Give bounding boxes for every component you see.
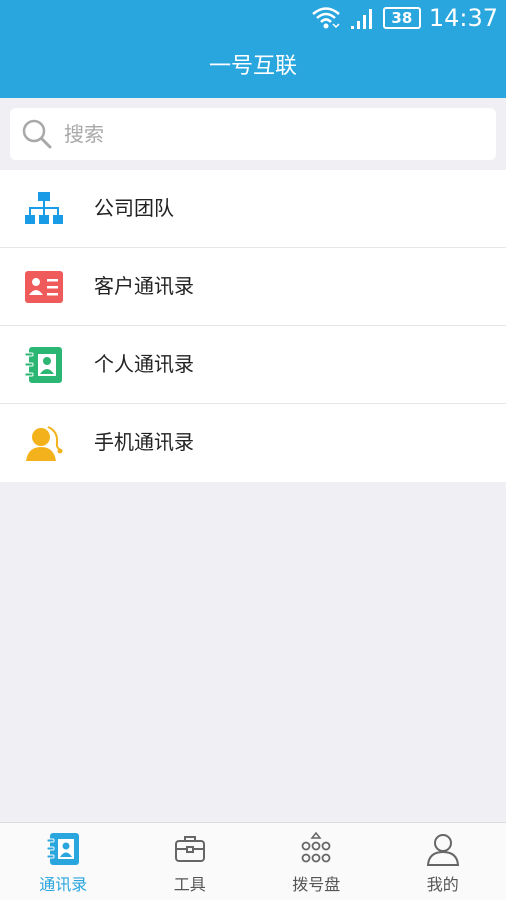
menu-item-label: 手机通讯录 bbox=[94, 430, 194, 454]
search-input[interactable] bbox=[64, 108, 484, 160]
tab-mine[interactable]: 我的 bbox=[380, 823, 506, 900]
search-box[interactable] bbox=[10, 108, 496, 160]
signal-icon bbox=[350, 9, 372, 29]
org-chart-icon bbox=[25, 192, 63, 224]
status-time: 14:37 bbox=[428, 4, 498, 32]
contact-card-icon bbox=[25, 271, 63, 303]
contacts-book-icon bbox=[46, 833, 80, 865]
menu-item-label: 公司团队 bbox=[94, 196, 174, 220]
search-icon bbox=[22, 119, 52, 149]
status-bar: 38 14:37 bbox=[0, 0, 506, 36]
toolbox-icon bbox=[174, 836, 205, 862]
tab-label: 工具 bbox=[173, 875, 206, 894]
contacts-menu: 公司团队 客户通讯录 个人通讯录 手机通讯录 bbox=[0, 170, 506, 482]
battery-indicator: 38 bbox=[382, 7, 421, 29]
menu-item-label: 客户通讯录 bbox=[94, 274, 194, 298]
tab-tools[interactable]: 工具 bbox=[127, 823, 254, 900]
wifi-icon bbox=[312, 7, 340, 29]
tab-label: 拨号盘 bbox=[292, 875, 341, 894]
tab-dialpad[interactable]: 拨号盘 bbox=[253, 823, 380, 900]
bottom-tab-bar: 通讯录 工具 拨号盘 我的 bbox=[0, 822, 506, 900]
address-book-icon bbox=[24, 347, 62, 383]
menu-item-personal-contacts[interactable]: 个人通讯录 bbox=[0, 326, 506, 404]
menu-item-phone-contacts[interactable]: 手机通讯录 bbox=[0, 404, 506, 482]
menu-item-label: 个人通讯录 bbox=[94, 352, 194, 376]
dialpad-icon bbox=[301, 832, 331, 863]
search-area bbox=[0, 98, 506, 170]
tab-label: 通讯录 bbox=[39, 875, 88, 894]
menu-item-customer-contacts[interactable]: 客户通讯录 bbox=[0, 248, 506, 326]
tab-contacts[interactable]: 通讯录 bbox=[0, 823, 127, 900]
phone-contacts-icon bbox=[26, 426, 63, 461]
tab-label: 我的 bbox=[426, 875, 459, 894]
user-profile-icon bbox=[426, 834, 459, 866]
page-title: 一号互联 bbox=[0, 36, 506, 98]
menu-item-company-team[interactable]: 公司团队 bbox=[0, 170, 506, 248]
